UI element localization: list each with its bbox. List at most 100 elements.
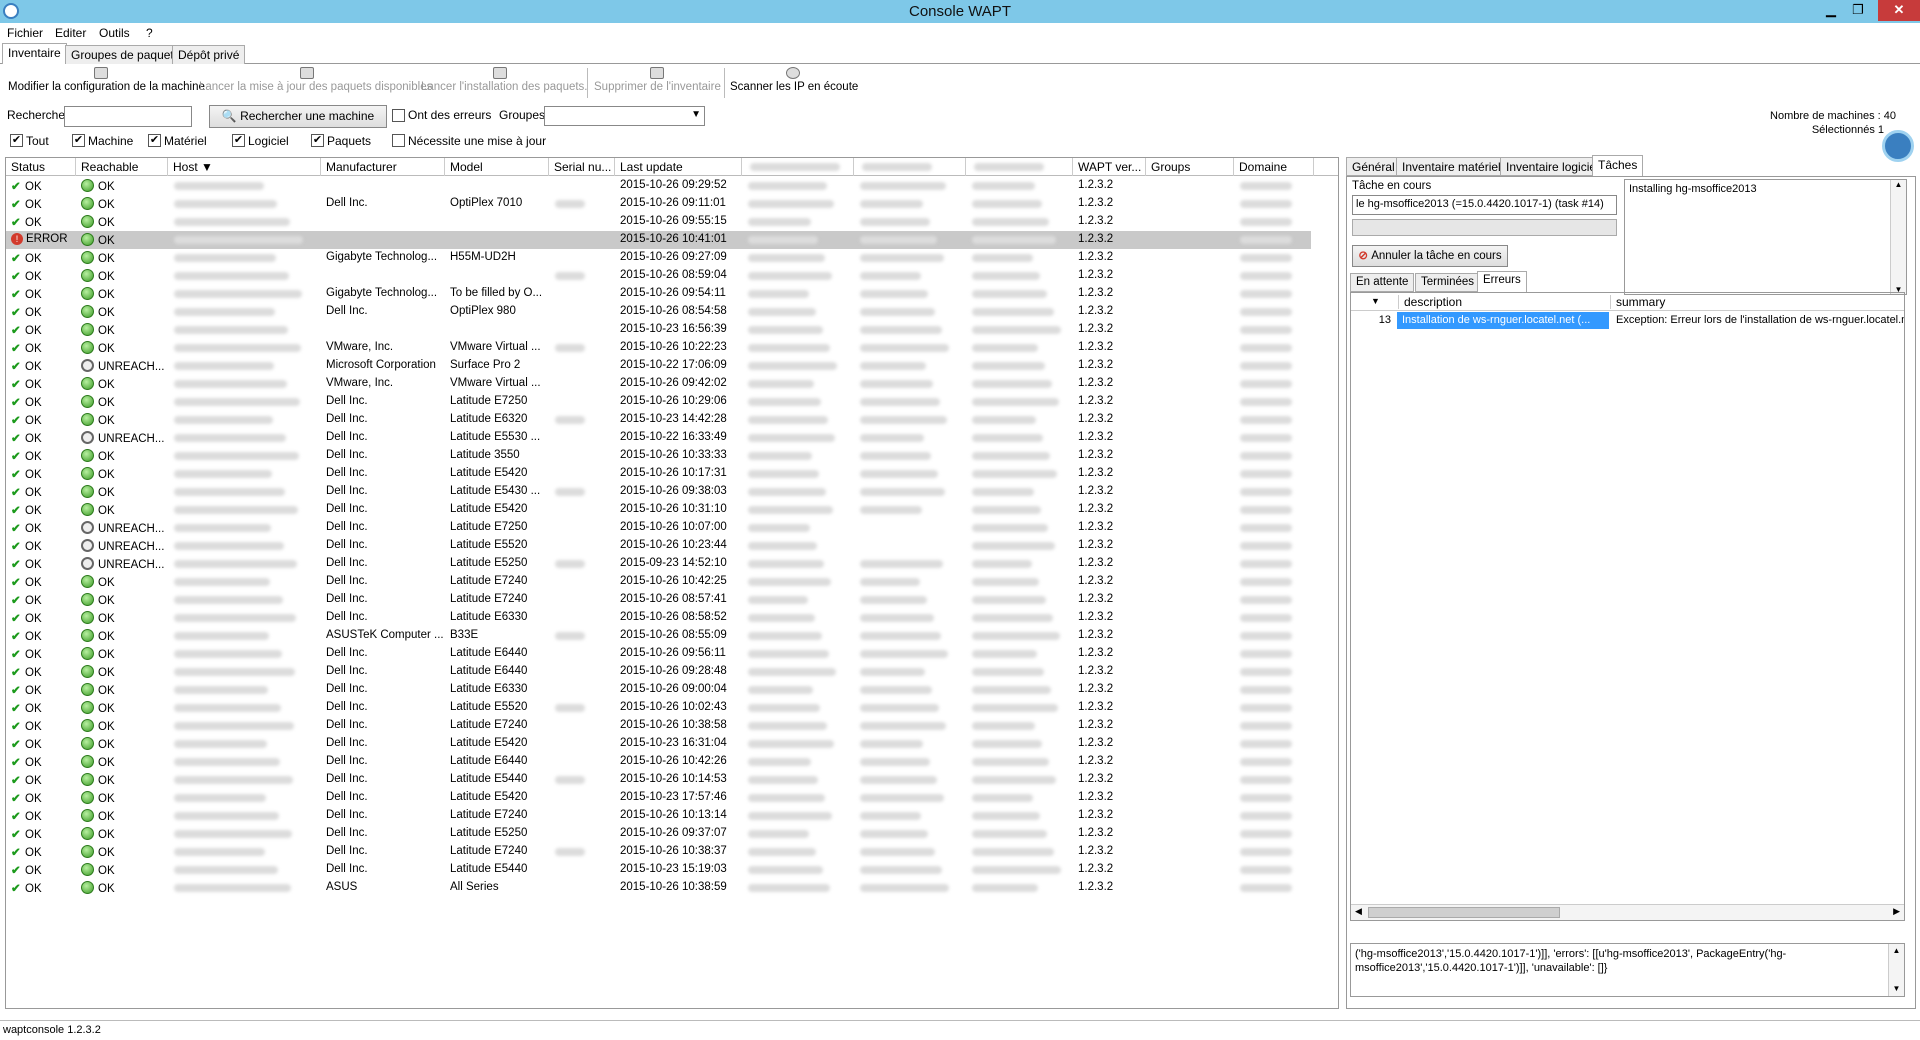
col-groups[interactable]: Groups [1146,158,1234,176]
table-row[interactable]: ✔ OK OK Dell Inc. Latitude E6440 2015-10-26 0… [6,663,1311,681]
table-row[interactable]: ✔ OK OK VMware, Inc. VMware Virtual ... 2015-… [6,375,1311,393]
table-row[interactable]: 13 Installation de ws-rnguer.locatel.net… [1351,312,1904,329]
search-input[interactable] [64,106,192,127]
table-row[interactable]: ✔ OK OK Dell Inc. Latitude E7240 2015-10-26 1… [6,573,1311,591]
table-row[interactable]: ✔ OK OK Dell Inc. Latitude E7240 2015-10-26 0… [6,591,1311,609]
table-row[interactable]: ✔ OK OK Dell Inc. Latitude 3550 2015-10-26 10… [6,447,1311,465]
tab-inventaire[interactable]: Inventaire [2,43,67,65]
tab-inventaire-materiel[interactable]: Inventaire matériel [1396,157,1507,176]
col-hidden-1[interactable] [742,158,854,176]
scroll-thumb[interactable] [1368,907,1560,918]
col-domaine[interactable]: Domaine [1234,158,1314,176]
table-row[interactable]: ✔ OK OK Dell Inc. Latitude E5440 2015-10-26 1… [6,771,1311,789]
last-update-cell: 2015-10-26 10:02:43 [620,701,727,713]
tab-groupes-de-paquets[interactable]: Groupes de paquets [65,45,186,64]
model-cell: Latitude E5420 [450,503,528,515]
filter-materiel-checkbox[interactable]: ✔ [148,134,161,147]
table-row[interactable]: ✔ OK OK Dell Inc. OptiPlex 980 2015-10-26 08:… [6,303,1311,321]
maximize-button[interactable]: ❐ [1845,0,1871,21]
filter-paquets-checkbox[interactable]: ✔ [311,134,324,147]
table-row[interactable]: ✔ OK OK Dell Inc. Latitude E5420 2015-10-26 1… [6,465,1311,483]
table-row[interactable]: ✔ OK UNREACH... Dell Inc. Latitude E5530 ...… [6,429,1311,447]
remove-inventory-button[interactable]: Supprimer de l'inventaire [594,64,721,102]
tab-general[interactable]: Général [1346,157,1401,176]
subtab-erreurs[interactable]: Erreurs [1477,271,1527,292]
scan-ip-button[interactable]: Scanner les IP en écoute [730,64,858,102]
col-reachable[interactable]: Reachable [76,158,168,176]
table-row[interactable]: ✔ OK OK Dell Inc. Latitude E7240 2015-10-26 1… [6,843,1311,861]
subtab-terminees[interactable]: Terminées [1415,273,1481,292]
table-row[interactable]: ✔ OK OK ASUS All Series 2015-10-26 10:38:59 1.… [6,879,1311,897]
table-row[interactable]: ✔ OK OK Dell Inc. OptiPlex 7010 2015-10-26 09… [6,195,1311,213]
table-row[interactable]: ✔ OK OK Dell Inc. Latitude E5430 ... 2015-10-… [6,483,1311,501]
col-hidden-2[interactable] [854,158,966,176]
col-summary[interactable]: summary [1610,295,1900,309]
table-row[interactable]: ✔ OK OK Dell Inc. Latitude E5440 2015-10-23 1… [6,861,1311,879]
table-row[interactable]: ✔ OK OK Gigabyte Technolog... H55M-UD2H 2015-… [6,249,1311,267]
col-hidden-3[interactable] [966,158,1073,176]
detail-scrollbar[interactable]: ▲ ▼ [1888,944,1904,996]
table-row[interactable]: ✔ OK OK Dell Inc. Latitude E6320 2015-10-23 1… [6,411,1311,429]
table-row[interactable]: ✔ OK UNREACH... Dell Inc. Latitude E5520 2015… [6,537,1311,555]
launch-install-button[interactable]: Lancer l'installation des paquets. [421,64,588,102]
col-serial[interactable]: Serial nu... [549,158,615,176]
menu-outils[interactable]: Outils [99,26,130,40]
table-row[interactable]: ✔ OK UNREACH... Dell Inc. Latitude E5250 2015… [6,555,1311,573]
filter-tout-checkbox[interactable]: ✔ [10,134,23,147]
launch-update-button[interactable]: Lancer la mise à jour des paquets dispon… [199,64,432,102]
col-status[interactable]: Status [6,158,76,176]
table-row[interactable]: ✔ OK OK Dell Inc. Latitude E6330 2015-10-26 0… [6,681,1311,699]
table-row[interactable]: ✔ OK OK 2015-10-26 09:29:52 1.2.3.2 [6,177,1311,195]
table-row[interactable]: ✔ OK OK Dell Inc. Latitude E7250 2015-10-26 1… [6,393,1311,411]
errors-hscrollbar[interactable]: ◀ ▶ [1351,904,1904,920]
tab-taches[interactable]: Tâches [1592,155,1644,176]
table-row[interactable]: ✔ OK OK Dell Inc. Latitude E5420 2015-10-23 1… [6,735,1311,753]
table-row[interactable]: ✔ OK OK 2015-10-23 16:56:39 1.2.3.2 [6,321,1311,339]
table-row[interactable]: ✔ OK OK Dell Inc. Latitude E5520 2015-10-26 1… [6,699,1311,717]
table-row[interactable]: ✔ OK OK Dell Inc. Latitude E5250 2015-10-26 0… [6,825,1311,843]
subtab-en-attente[interactable]: En attente [1350,273,1415,292]
menu-fichier[interactable]: Fichier [7,26,43,40]
task-log[interactable]: Installing hg-msoffice2013 ▲ ▼ [1624,179,1907,295]
table-row[interactable]: ✔ OK UNREACH... Microsoft Corporation Surfac… [6,357,1311,375]
cancel-task-button[interactable]: ⊘ Annuler la tâche en cours [1352,245,1508,267]
table-row[interactable]: ✔ OK UNREACH... Dell Inc. Latitude E7250 2015… [6,519,1311,537]
col-host[interactable]: Host ▼ [168,158,321,176]
col-last-update[interactable]: Last update [615,158,742,176]
minimize-button[interactable]: ▁ [1818,0,1844,21]
table-row[interactable]: ✔ OK OK Dell Inc. Latitude E6330 2015-10-26 0… [6,609,1311,627]
table-row[interactable]: ✔ OK OK VMware, Inc. VMware Virtual ... 2015-… [6,339,1311,357]
current-task-field[interactable]: le hg-msoffice2013 (=15.0.4420.1017-1) (… [1352,195,1617,215]
modify-config-button[interactable]: Modifier la configuration de la machine [8,64,205,102]
groups-select[interactable]: ▼ [544,106,705,126]
filter-logiciel-checkbox[interactable]: ✔ [232,134,245,147]
filter-needs-update-checkbox[interactable] [392,134,405,147]
table-row[interactable]: ✔ OK OK Dell Inc. Latitude E7240 2015-10-26 1… [6,807,1311,825]
table-row[interactable]: ✔ OK OK Dell Inc. Latitude E7240 2015-10-26 1… [6,717,1311,735]
table-row[interactable]: ✔ OK OK 2015-10-26 08:59:04 1.2.3.2 [6,267,1311,285]
task-detail-text[interactable]: ('hg-msoffice2013','15.0.4420.1017-1')]]… [1350,943,1905,997]
col-manufacturer[interactable]: Manufacturer [321,158,445,176]
menu-editer[interactable]: Editer [55,26,86,40]
close-button[interactable]: ✕ [1878,0,1920,21]
tab-depot-prive[interactable]: Dépôt privé [172,45,246,64]
groups-cell [1146,393,1234,411]
serial-cell [549,339,615,357]
col-wapt-version[interactable]: WAPT ver... [1073,158,1146,176]
tab-inventaire-logiciel[interactable]: Inventaire logiciel [1500,157,1605,176]
table-row[interactable]: ! ERROR OK 2015-10-26 10:41:01 1.2.3.2 [6,231,1311,249]
filter-machine-checkbox[interactable]: ✔ [72,134,85,147]
col-description[interactable]: description [1398,295,1610,309]
table-row[interactable]: ✔ OK OK Dell Inc. Latitude E6440 2015-10-26 0… [6,645,1311,663]
has-errors-checkbox[interactable] [392,109,405,122]
table-row[interactable]: ✔ OK OK ASUSTeK Computer ... B33E 2015-10-26 … [6,627,1311,645]
log-scrollbar[interactable]: ▲ ▼ [1890,180,1906,294]
table-row[interactable]: ✔ OK OK Dell Inc. Latitude E6440 2015-10-26 1… [6,753,1311,771]
table-row[interactable]: ✔ OK OK Dell Inc. Latitude E5420 2015-10-26 1… [6,501,1311,519]
menu-help[interactable]: ? [146,26,153,40]
col-model[interactable]: Model [445,158,549,176]
search-machine-button[interactable]: 🔍 Rechercher une machine [209,105,387,128]
table-row[interactable]: ✔ OK OK 2015-10-26 09:55:15 1.2.3.2 [6,213,1311,231]
table-row[interactable]: ✔ OK OK Dell Inc. Latitude E5420 2015-10-23 1… [6,789,1311,807]
table-row[interactable]: ✔ OK OK Gigabyte Technolog... To be filled b… [6,285,1311,303]
